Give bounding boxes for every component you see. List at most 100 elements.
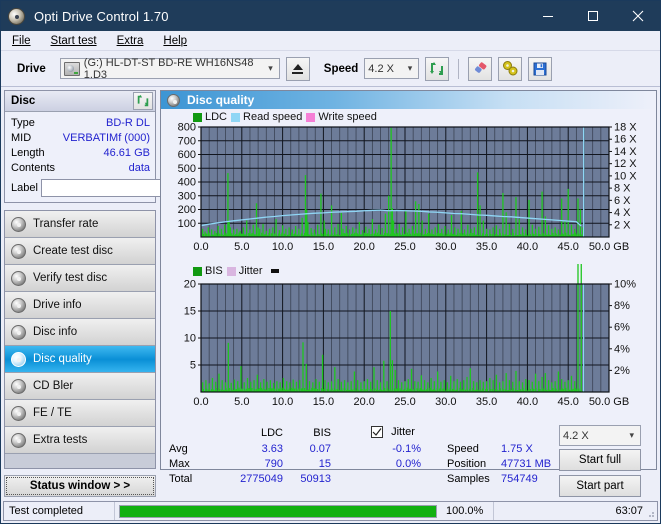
maximize-icon[interactable] — [570, 1, 615, 31]
sidebar-item-cd-bler[interactable]: CD Bler — [5, 373, 155, 400]
start-part-button[interactable]: Start part — [559, 475, 641, 497]
jitter-checkbox-row[interactable]: Jitter — [371, 426, 415, 438]
svg-text:5.0: 5.0 — [234, 241, 249, 253]
window-title: Opti Drive Control 1.70 — [34, 8, 169, 24]
svg-text:40.0: 40.0 — [517, 396, 538, 408]
ldc-chart-canvas: 1002003004005006007008002 X4 X6 X8 X10 X… — [178, 122, 638, 254]
stats-avg-bis: 0.07 — [309, 443, 331, 455]
svg-text:700: 700 — [178, 135, 196, 147]
disc-row-key: Type — [11, 116, 35, 129]
speed-select[interactable]: 4.2 X ▾ — [364, 58, 420, 79]
disc-icon — [11, 405, 26, 421]
sidebar-item-label: Transfer rate — [33, 218, 99, 230]
svg-text:20: 20 — [184, 279, 196, 291]
svg-text:6 X: 6 X — [614, 195, 631, 207]
disc-refresh-button[interactable] — [133, 92, 153, 110]
toolbar-separator — [458, 58, 460, 79]
drive-toolbar: Drive (G:) HL-DT-ST BD-RE WH16NS48 1.D3 … — [1, 51, 660, 87]
tools-icon — [502, 61, 518, 76]
menu-file[interactable]: File — [9, 34, 34, 48]
sidebar-item-label: Drive info — [33, 299, 82, 311]
svg-text:45.0: 45.0 — [557, 241, 578, 253]
legend-marker-icon — [270, 269, 279, 273]
svg-text:30.0: 30.0 — [435, 241, 456, 253]
svg-text:100: 100 — [178, 218, 196, 230]
legend-label-ldc: LDC — [205, 111, 228, 123]
disc-icon — [11, 324, 26, 340]
sidebar-item-disc-quality[interactable]: Disc quality — [5, 346, 155, 373]
sidebar-item-drive-info[interactable]: Drive info — [5, 292, 155, 319]
save-button[interactable] — [528, 56, 553, 81]
menu-help-label: Help — [163, 34, 188, 47]
ldc-chart: LDC Read speed Write speed 100 200 300 400 5… — [161, 109, 656, 264]
close-icon[interactable] — [615, 1, 660, 31]
disc-info-rows: Type BD-R DL MID VERBATIMf (000) Length … — [5, 112, 242, 202]
resize-grip-icon[interactable] — [645, 508, 655, 518]
progress-bar — [119, 504, 437, 518]
legend-label-write-speed: Write speed — [318, 111, 377, 123]
svg-text:35.0: 35.0 — [476, 241, 497, 253]
position-stat-label: Position — [447, 458, 487, 470]
test-speed-select[interactable]: 4.2 X ▾ — [559, 425, 641, 446]
stats-max-bis: 15 — [318, 458, 331, 470]
sidebar-item-transfer-rate[interactable]: Transfer rate — [5, 211, 155, 238]
svg-text:2 X: 2 X — [614, 219, 631, 231]
sidebar-item-disc-info[interactable]: Disc info — [5, 319, 155, 346]
disc-row-mid: MID VERBATIMf (000) — [11, 130, 150, 145]
legend-item-ldc: LDC — [193, 111, 227, 123]
sidebar-item-label: Disc info — [33, 326, 78, 338]
disc-icon — [11, 243, 26, 259]
svg-text:15.0: 15.0 — [313, 396, 334, 408]
save-icon — [533, 62, 547, 75]
disc-icon — [11, 270, 26, 286]
tools-button[interactable] — [498, 56, 523, 81]
status-window-button[interactable]: Status window > > — [4, 475, 156, 497]
stats-row-label-max: Max — [169, 458, 190, 470]
svg-text:0.0: 0.0 — [193, 396, 208, 408]
legend-label-jitter: Jitter — [238, 265, 263, 277]
sidebar-item-create-test-disc[interactable]: Create test disc — [5, 238, 155, 265]
stats-col-header-bis: BIS — [313, 427, 331, 439]
bis-chart-canvas: 5 10 15 20 2% 4% 6% 8% 10% 0.0 5.0 10.0 15.0 20.0 25.0… — [184, 264, 636, 408]
svg-text:35.0: 35.0 — [476, 396, 497, 408]
start-full-button[interactable]: Start full — [559, 449, 641, 471]
jitter-avg-value: -0.1% — [392, 443, 421, 455]
svg-text:10.0: 10.0 — [272, 396, 293, 408]
disc-icon — [11, 432, 26, 448]
legend-swatch-read-speed — [231, 112, 241, 122]
menu-file-label: File — [12, 34, 31, 47]
svg-text:20.0: 20.0 — [353, 396, 374, 408]
menu-extra-label: Extra — [116, 34, 144, 47]
menu-start-test-label: Start test — [50, 34, 97, 47]
sidebar-item-extra-tests[interactable]: Extra tests — [5, 427, 155, 454]
svg-text:10.0: 10.0 — [272, 241, 293, 253]
legend-item-write-speed: Write speed — [306, 111, 377, 123]
drive-select[interactable]: (G:) HL-DT-ST BD-RE WH16NS48 1.D3 ▾ — [59, 57, 280, 81]
stats-max-ldc: 790 — [264, 458, 283, 470]
refresh-icon — [137, 94, 149, 107]
disc-icon — [11, 297, 26, 313]
jitter-checkbox[interactable] — [371, 426, 383, 438]
disc-row-value: 46.61 GB — [103, 146, 150, 159]
disc-row-contents: Contents data — [11, 160, 150, 175]
svg-text:300: 300 — [178, 190, 196, 202]
menu-start-test[interactable]: Start test — [48, 34, 100, 48]
svg-text:30.0: 30.0 — [435, 396, 456, 408]
legend-label-bis: BIS — [205, 265, 223, 277]
eject-button[interactable] — [285, 56, 310, 81]
svg-text:10%: 10% — [614, 279, 636, 291]
chevron-down-icon: ▾ — [629, 430, 634, 440]
refresh-button[interactable] — [425, 56, 450, 81]
disc-header-label: Disc — [11, 95, 36, 107]
erase-button[interactable] — [468, 56, 493, 81]
svg-text:16 X: 16 X — [614, 134, 637, 146]
minimize-icon[interactable] — [525, 1, 570, 31]
menu-help[interactable]: Help — [160, 34, 190, 48]
sidebar-item-verify-test-disc[interactable]: Verify test disc — [5, 265, 155, 292]
legend-label-read-speed: Read speed — [243, 111, 303, 123]
bis-chart: BIS Jitter 5 10 15 20 2% 4% 6% 8% 10% 0.0 5.0 10.0 1… — [161, 264, 656, 422]
sidebar-item-fe-te[interactable]: FE / TE — [5, 400, 155, 427]
menu-extra[interactable]: Extra — [114, 34, 147, 48]
eject-icon — [292, 63, 304, 74]
drive-label: Drive — [17, 62, 46, 75]
